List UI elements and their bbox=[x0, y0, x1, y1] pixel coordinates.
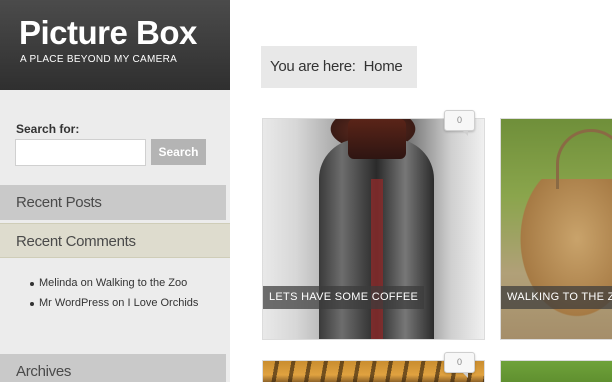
recent-comments-list: Melinda on Walking to the Zoo Mr WordPre… bbox=[26, 274, 206, 314]
post-thumbnail[interactable] bbox=[501, 361, 612, 382]
comment-author-link[interactable]: Mr WordPress bbox=[39, 297, 109, 309]
site-header: Picture Box A PLACE BEYOND MY CAMERA bbox=[0, 0, 230, 90]
comment-post-link[interactable]: I Love Orchids bbox=[127, 297, 198, 309]
bottle-neck-shape bbox=[348, 119, 406, 159]
search-button[interactable]: Search bbox=[151, 139, 206, 165]
list-item: Melinda on Walking to the Zoo bbox=[26, 274, 206, 292]
breadcrumb-home[interactable]: Home bbox=[364, 58, 403, 75]
post-card-zoo[interactable]: WALKING TO THE ZOO bbox=[500, 118, 612, 340]
coffee-stripe-shape bbox=[371, 179, 383, 339]
search-label: Search for: bbox=[16, 122, 80, 136]
site-title[interactable]: Picture Box bbox=[19, 14, 197, 52]
search-input[interactable] bbox=[15, 139, 146, 166]
list-item: Mr WordPress on I Love Orchids bbox=[26, 294, 206, 312]
post-card-grass[interactable] bbox=[500, 360, 612, 382]
comment-on-text: on bbox=[80, 277, 93, 289]
archives-heading[interactable]: Archives bbox=[0, 354, 226, 382]
antler-shape bbox=[556, 129, 612, 189]
comment-count-bubble[interactable]: 0 bbox=[444, 352, 475, 378]
post-caption[interactable]: LETS HAVE SOME COFFEE bbox=[263, 286, 425, 309]
post-caption[interactable]: WALKING TO THE ZOO bbox=[501, 286, 612, 309]
recent-comments-heading[interactable]: Recent Comments bbox=[0, 223, 230, 258]
recent-posts-heading[interactable]: Recent Posts bbox=[0, 185, 226, 220]
comment-post-link[interactable]: Walking to the Zoo bbox=[96, 277, 187, 289]
breadcrumb-prefix: You are here: bbox=[270, 58, 356, 75]
comment-count-bubble[interactable]: 0 bbox=[444, 110, 475, 136]
comment-author-link[interactable]: Melinda bbox=[39, 277, 78, 289]
breadcrumb: You are here: Home bbox=[261, 46, 418, 88]
comment-on-text: on bbox=[112, 297, 125, 309]
site-tagline: A PLACE BEYOND MY CAMERA bbox=[20, 54, 178, 65]
sidebar: Picture Box A PLACE BEYOND MY CAMERA Sea… bbox=[0, 0, 230, 382]
post-card-coffee[interactable]: LETS HAVE SOME COFFEE bbox=[262, 118, 485, 340]
